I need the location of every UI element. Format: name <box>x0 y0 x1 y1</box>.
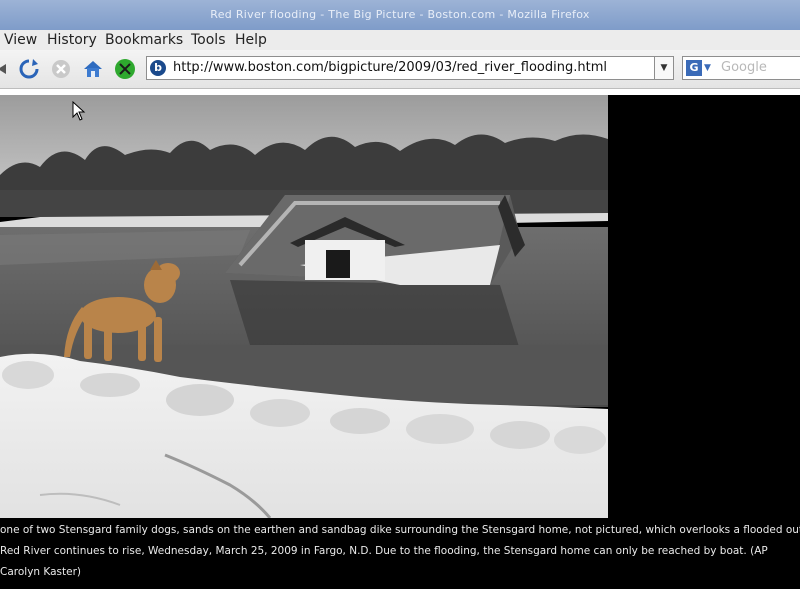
site-favicon: b <box>150 60 166 76</box>
flood-photo <box>0 95 608 518</box>
menu-help[interactable]: Help <box>235 30 267 50</box>
menu-bookmarks[interactable]: Bookmarks <box>105 30 183 50</box>
menu-view[interactable]: View <box>4 30 37 50</box>
caption-line: Carolyn Kaster) <box>0 566 81 578</box>
navigation-toolbar: b http://www.boston.com/bigpicture/2009/… <box>0 50 800 89</box>
google-search-icon[interactable]: G <box>686 60 702 76</box>
menu-history[interactable]: History <box>47 30 97 50</box>
window-title: Red River flooding - The Big Picture - B… <box>0 0 800 30</box>
url-text[interactable]: http://www.boston.com/bigpicture/2009/03… <box>173 57 607 79</box>
url-bar[interactable]: b http://www.boston.com/bigpicture/2009/… <box>146 56 792 80</box>
menu-bar: View History Bookmarks Tools Help <box>0 30 800 50</box>
search-engine-dropdown-icon[interactable]: ▼ <box>704 60 711 76</box>
caption-line: one of two Stensgard family dogs, sands … <box>0 524 800 536</box>
search-box[interactable]: G ▼ Google <box>682 56 800 80</box>
photo-caption: one of two Stensgard family dogs, sands … <box>0 520 800 586</box>
home-icon[interactable] <box>82 58 104 80</box>
stop-icon[interactable] <box>50 58 72 80</box>
caption-line: Red River continues to rise, Wednesday, … <box>0 545 768 557</box>
addon-icon[interactable] <box>114 58 136 80</box>
menu-tools[interactable]: Tools <box>191 30 226 50</box>
search-input[interactable]: Google <box>721 57 767 79</box>
url-dropdown-icon[interactable]: ▼ <box>654 56 674 80</box>
page-content: one of two Stensgard family dogs, sands … <box>0 89 800 600</box>
reload-icon[interactable] <box>18 58 40 80</box>
mouse-cursor-icon <box>72 101 86 121</box>
